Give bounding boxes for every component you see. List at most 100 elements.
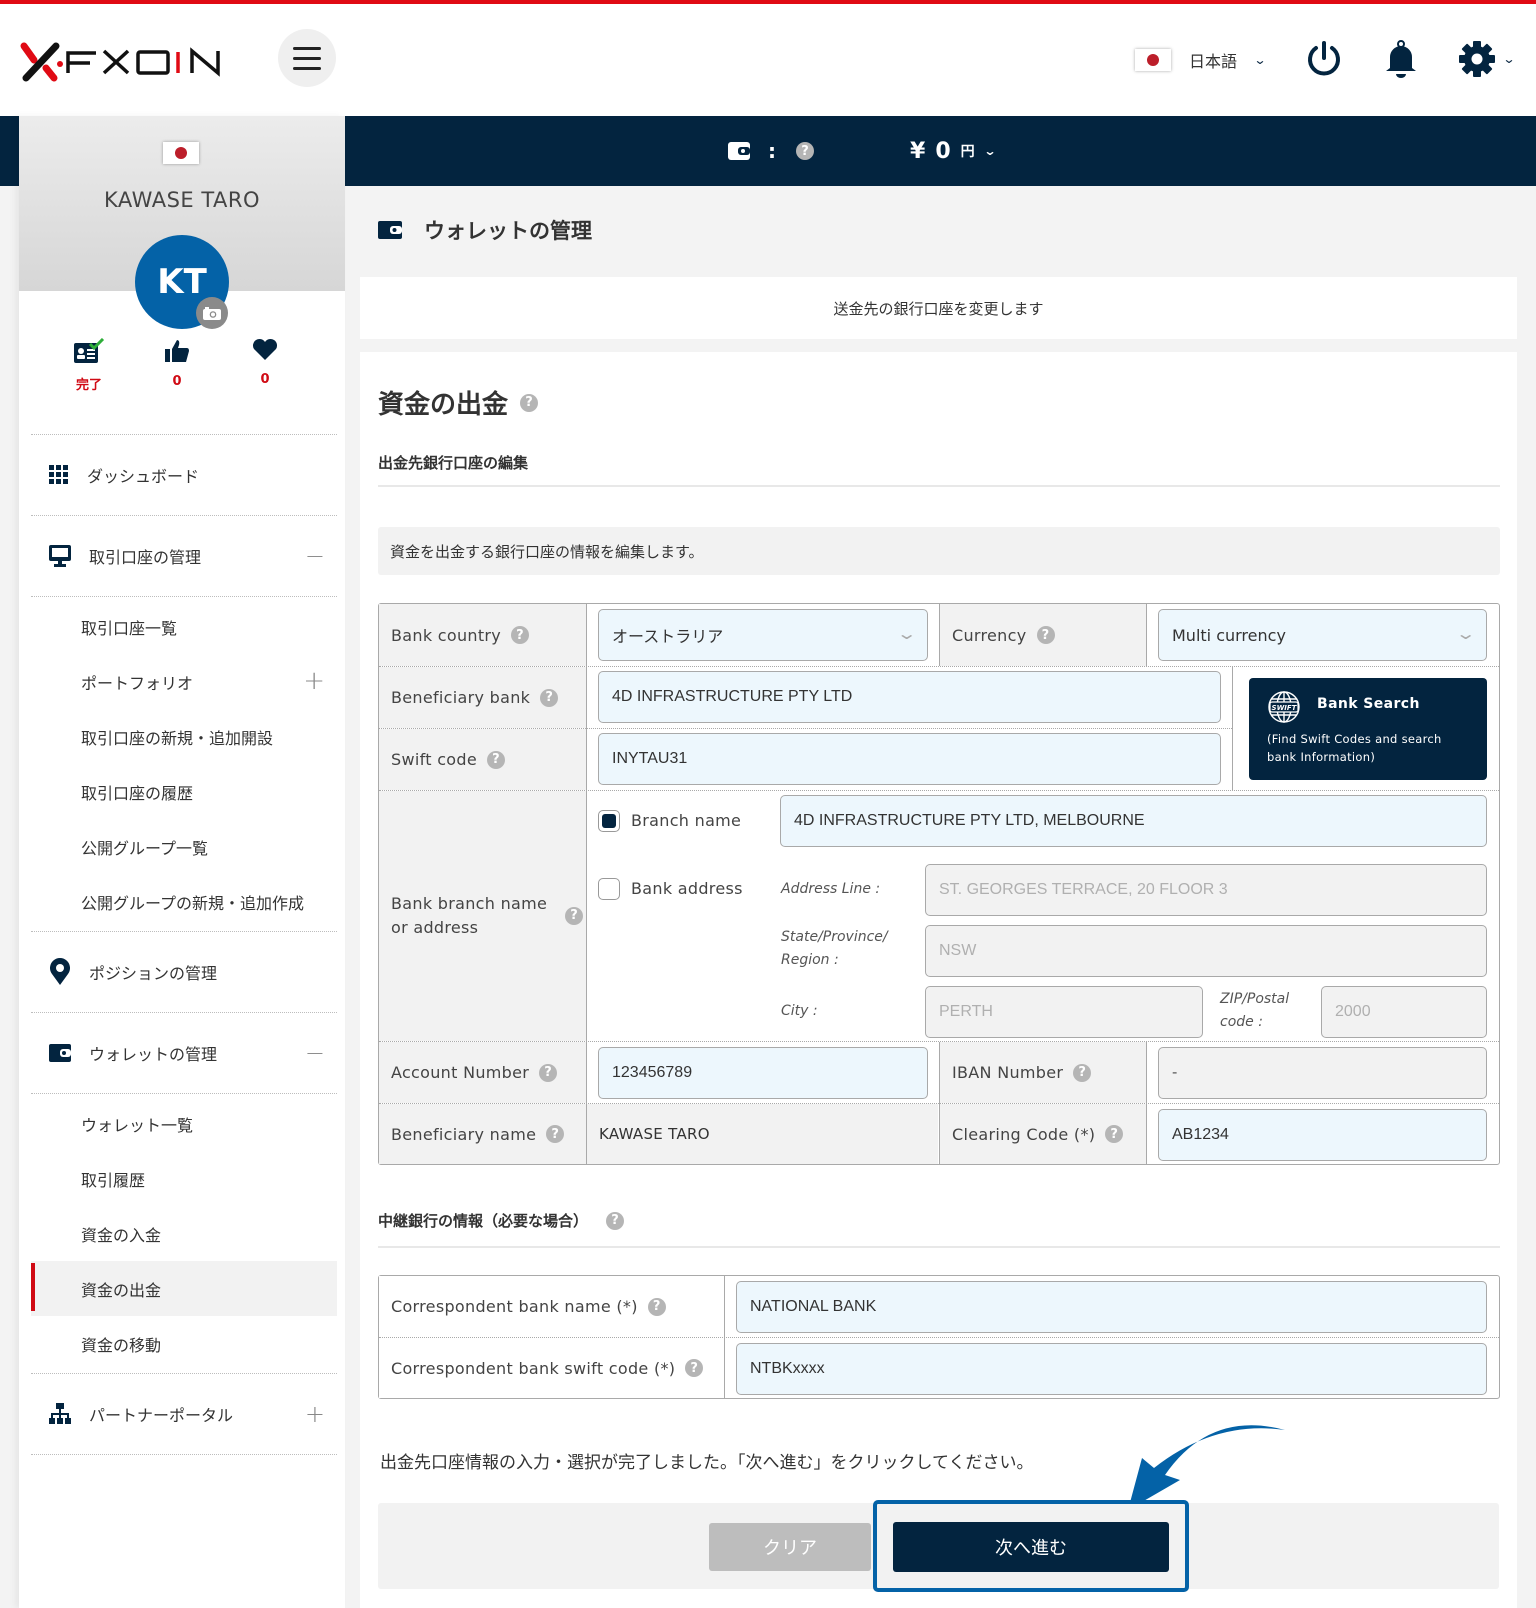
section-info-text: 資金を出金する銀行口座の情報を編集します。 [390, 542, 704, 561]
input-value: AB1234 [1172, 1126, 1229, 1143]
label-text: Swift code [391, 750, 477, 769]
chevron-down-icon: ⌄ [895, 624, 918, 643]
input-value: 123456789 [612, 1064, 693, 1081]
brand-logo[interactable] [18, 40, 222, 84]
next-button[interactable]: 次へ進む [893, 1522, 1169, 1572]
sidebar-item-positions[interactable]: ポジションの管理 [31, 932, 337, 1012]
branch-name-input[interactable]: 4D INFRASTRUCTURE PTY LTD, MELBOURNE [780, 795, 1487, 847]
notice-banner: 送金先の銀行口座を変更します [360, 277, 1517, 339]
label-line: ZIP/Postal [1220, 991, 1290, 1007]
input-value: NTBKxxxx [750, 1360, 825, 1377]
sidebar-subitem-create-group[interactable]: 公開グループの新規・追加作成 [31, 874, 337, 929]
sidebar-item-partner-portal[interactable]: パートナーポータル + [31, 1374, 337, 1454]
input-value: ST. GEORGES TERRACE, 20 FLOOR 3 [939, 881, 1228, 898]
bank-address-radio[interactable] [598, 878, 620, 900]
section-title-correspondent: 中継銀行の情報（必要な場合） ? [378, 1210, 625, 1231]
value-text: KAWASE TARO [599, 1125, 710, 1143]
settings-button[interactable]: ⌄ [1458, 40, 1516, 78]
sidebar-subitem-transaction-history[interactable]: 取引履歴 [31, 1151, 337, 1206]
help-icon[interactable]: ? [685, 1359, 704, 1377]
section-title-text: 中継銀行の情報（必要な場合） [378, 1212, 589, 1230]
collapse-icon[interactable]: − [305, 542, 325, 570]
sidebar-subitem-transfer[interactable]: 資金の移動 [31, 1316, 337, 1371]
correspondent-swift-input[interactable]: NTBKxxxx [736, 1343, 1487, 1395]
sidebar-subitem-public-groups[interactable]: 公開グループ一覧 [31, 819, 337, 874]
language-selector[interactable]: 日本語 ⌄ [1135, 48, 1267, 72]
menu-button[interactable] [278, 29, 336, 87]
help-icon[interactable]: ? [606, 1211, 625, 1230]
swift-code-input[interactable]: INYTAU31 [598, 733, 1221, 785]
iban-input[interactable]: - [1158, 1047, 1487, 1099]
beneficiary-bank-input[interactable]: 4D INFRASTRUCTURE PTY LTD [598, 671, 1221, 723]
sidebar-subitem-label: 取引口座の新規・追加開設 [81, 728, 274, 748]
label-iban: IBAN Number? [940, 1042, 1146, 1103]
currency-select[interactable]: Multi currency ⌄ [1158, 609, 1487, 661]
section-info: 資金を出金する銀行口座の情報を編集します。 [378, 527, 1500, 575]
likes-stat[interactable]: 0 [147, 338, 207, 389]
label-text: Beneficiary bank [391, 688, 531, 707]
help-icon[interactable]: ? [1036, 626, 1055, 644]
expand-icon[interactable]: + [303, 666, 325, 696]
verification-status[interactable]: 完了 [59, 337, 119, 393]
sidebar-subitem-portfolio[interactable]: ポートフォリオ + [31, 654, 337, 709]
favorites-stat[interactable]: 0 [235, 338, 295, 387]
label-text: IBAN Number [952, 1063, 1064, 1082]
input-value: INYTAU31 [612, 750, 688, 767]
sidebar-subitem-account-history[interactable]: 取引口座の履歴 [31, 764, 337, 819]
notifications-button[interactable] [1384, 40, 1418, 82]
wallet-icon [728, 142, 750, 160]
input-value: NATIONAL BANK [750, 1298, 877, 1315]
help-icon[interactable]: ? [511, 626, 530, 644]
help-icon[interactable]: ? [486, 750, 505, 769]
sidebar-subitem-account-list[interactable]: 取引口座一覧 [31, 599, 337, 654]
balance-amount-selector[interactable]: ¥ 0 円 ⌄ [910, 138, 997, 164]
help-icon[interactable]: ? [1105, 1125, 1124, 1143]
help-icon[interactable]: ? [520, 393, 539, 412]
state-input[interactable]: NSW [925, 925, 1487, 977]
bank-country-select[interactable]: オーストラリア ⌄ [598, 609, 928, 661]
help-icon[interactable]: ? [546, 1125, 565, 1143]
help-icon[interactable]: ? [647, 1297, 666, 1316]
label-correspondent-bank-name: Correspondent bank name (*)? [379, 1276, 724, 1337]
clear-button[interactable]: クリア [709, 1523, 871, 1571]
account-number-input[interactable]: 123456789 [598, 1047, 928, 1099]
clearing-code-input[interactable]: AB1234 [1158, 1109, 1487, 1161]
change-photo-button[interactable] [196, 297, 228, 329]
expand-icon[interactable]: + [305, 1400, 325, 1428]
help-icon[interactable]: ? [540, 688, 559, 707]
help-icon[interactable]: ? [796, 142, 814, 160]
chevron-down-icon: ⌄ [983, 144, 997, 158]
sidebar-item-dashboard[interactable]: ダッシュボード [31, 435, 337, 515]
sidebar-subitem-wallet-list[interactable]: ウォレット一覧 [31, 1096, 337, 1151]
sidebar-subitem-label: 資金の出金 [81, 1280, 162, 1300]
section-title-bank-edit: 出金先銀行口座の編集 [378, 452, 528, 473]
sidebar-subitem-deposit[interactable]: 資金の入金 [31, 1206, 337, 1261]
address-line-input[interactable]: ST. GEORGES TERRACE, 20 FLOOR 3 [925, 864, 1487, 916]
label-currency: Currency? [940, 604, 1146, 666]
org-chart-icon [49, 1403, 71, 1424]
thumbs-up-icon [165, 340, 189, 362]
help-icon[interactable]: ? [565, 907, 584, 925]
subtitle-line: bank Information) [1267, 750, 1376, 764]
sidebar-subitem-withdrawal[interactable]: 資金の出金 [31, 1261, 337, 1316]
branch-name-radio[interactable] [598, 810, 620, 832]
correspondent-bank-name-input[interactable]: NATIONAL BANK [736, 1281, 1487, 1333]
menu-icon-bar [293, 46, 321, 50]
sidebar-subitem-open-account[interactable]: 取引口座の新規・追加開設 [31, 709, 337, 764]
help-icon[interactable]: ? [1073, 1063, 1092, 1082]
help-icon[interactable]: ? [539, 1063, 558, 1082]
currency-symbol: ¥ [910, 138, 926, 164]
language-label: 日本語 [1189, 52, 1238, 71]
zip-input[interactable]: 2000 [1321, 986, 1487, 1038]
sidebar-subitem-label: 公開グループ一覧 [81, 838, 209, 858]
sidebar-item-wallet[interactable]: ウォレットの管理 − [31, 1013, 337, 1093]
fxon-wordmark [66, 47, 220, 77]
bank-search-button[interactable]: SWIFT Bank Search (Find Swift Codes and … [1249, 678, 1487, 780]
label-line: code : [1220, 1014, 1263, 1030]
sidebar-item-trading-accounts[interactable]: 取引口座の管理 − [31, 516, 337, 596]
collapse-icon[interactable]: − [305, 1039, 325, 1067]
grid-line [586, 604, 587, 1164]
logout-button[interactable] [1306, 40, 1342, 82]
card-title: 資金の出金 ? [378, 384, 539, 421]
city-input[interactable]: PERTH [925, 986, 1203, 1038]
